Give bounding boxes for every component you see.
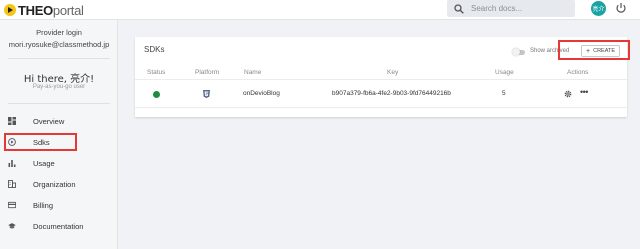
search-docs-input[interactable]: Search docs... — [447, 0, 575, 17]
highlight-box-create — [558, 40, 630, 60]
bar-chart-icon — [8, 159, 16, 167]
html5-icon — [203, 90, 210, 98]
play-logo-icon — [4, 4, 16, 16]
school-icon — [8, 222, 16, 230]
sdk-usage: 5 — [502, 90, 506, 97]
provider-email: mori.ryosuke@classmethod.jp — [8, 40, 110, 49]
column-header-platform: Platform — [195, 69, 220, 76]
provider-login-title: Provider login — [36, 28, 82, 37]
sidebar-item-label: Documentation — [33, 221, 84, 231]
credit-card-icon — [8, 201, 16, 209]
dashboard-icon — [8, 117, 16, 125]
top-bar: THEO portal Search docs... 亮介 — [0, 0, 640, 20]
sdk-key: b907a379-fb6a-4fe2-9b03-9fd76449216b — [332, 90, 451, 97]
sidebar-divider — [8, 58, 110, 59]
sidebar-item-billing[interactable]: Billing — [8, 198, 112, 212]
column-header-usage: Usage — [495, 69, 514, 76]
greeting: Hi there, 亮介! — [23, 74, 95, 85]
column-header-key: Key — [387, 69, 399, 76]
column-header-name: Name — [244, 69, 262, 76]
theo-portal-logo[interactable]: THEO portal — [4, 2, 84, 18]
sidebar-item-overview[interactable]: Overview — [8, 114, 112, 128]
highlight-box-sdks — [4, 133, 77, 151]
building-icon — [8, 180, 16, 188]
show-archived-toggle[interactable] — [512, 48, 525, 56]
sidebar-item-organization[interactable]: Organization — [8, 177, 112, 191]
logo-text-bold: THEO — [18, 2, 53, 18]
sidebar-item-label: Billing — [33, 200, 54, 210]
column-header-actions: Actions — [567, 69, 589, 76]
column-header-status: Status — [147, 69, 166, 76]
sidebar-item-documentation[interactable]: Documentation — [8, 219, 112, 233]
table-divider — [135, 107, 627, 108]
user-avatar[interactable]: 亮介 — [591, 1, 606, 16]
sdk-name[interactable]: onDevioBlog — [243, 90, 280, 97]
gear-icon[interactable] — [564, 90, 572, 98]
search-placeholder: Search docs... — [471, 4, 523, 13]
panel-title: SDKs — [144, 45, 165, 54]
status-active-indicator — [153, 91, 160, 98]
table-divider — [135, 79, 627, 80]
sidebar-item-usage[interactable]: Usage — [8, 156, 112, 170]
power-icon[interactable] — [615, 2, 627, 14]
search-icon — [454, 3, 464, 14]
sidebar-divider — [8, 103, 110, 104]
sidebar-item-label: Usage — [33, 158, 55, 168]
sidebar-item-label: Overview — [33, 116, 65, 126]
logo-text-light: portal — [52, 2, 84, 18]
sdks-panel: SDKs Show archived + CREATE Status Platf… — [135, 37, 627, 117]
plan-label: Pay-as-you-go user — [32, 84, 86, 90]
sidebar-item-label: Organization — [33, 179, 76, 189]
more-actions-icon[interactable]: ••• — [580, 87, 588, 97]
